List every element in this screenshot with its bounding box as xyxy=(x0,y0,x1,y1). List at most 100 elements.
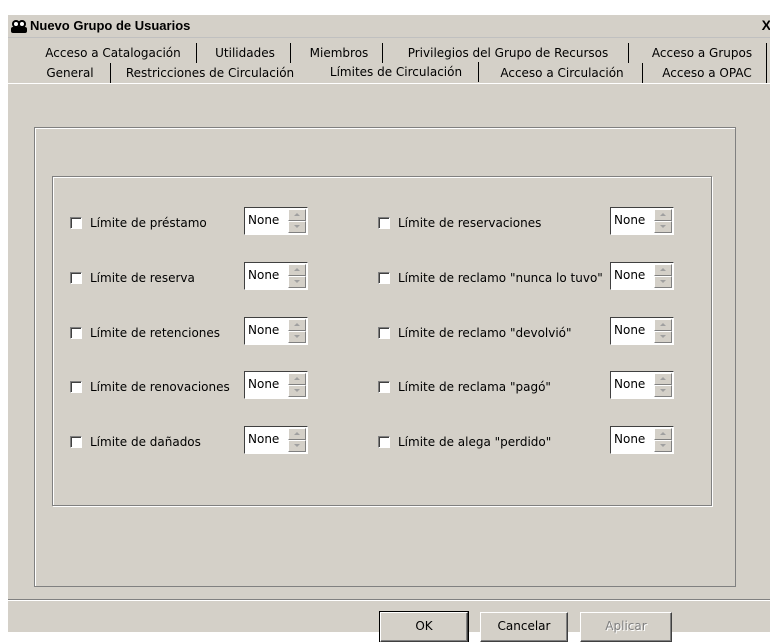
tab-general[interactable]: General xyxy=(30,63,111,83)
arrow-down-icon xyxy=(660,444,666,447)
spin-down-button[interactable] xyxy=(654,221,672,233)
cancel-button[interactable]: Cancelar xyxy=(480,612,568,642)
tab-acceso-catalogacion[interactable]: Acceso a Catalogación xyxy=(30,43,197,63)
label-limite-renovaciones: Límite de renovaciones xyxy=(90,380,230,394)
spinner-limite-renovaciones[interactable]: None xyxy=(244,371,308,399)
spin-down-button[interactable] xyxy=(288,276,306,288)
checkbox-limite-reserva[interactable] xyxy=(70,272,82,284)
ok-button[interactable]: OK xyxy=(379,611,469,642)
spin-up-button[interactable] xyxy=(654,264,672,276)
arrow-up-icon xyxy=(660,323,666,326)
label-limite-danados: Límite de dañados xyxy=(90,435,201,449)
spin-up-button[interactable] xyxy=(288,319,306,331)
title-bar[interactable]: Nuevo Grupo de Usuarios X xyxy=(8,15,770,38)
arrow-down-icon xyxy=(660,280,666,283)
tab-privilegios[interactable]: Privilegios del Grupo de Recursos xyxy=(388,43,629,63)
spin-up-button[interactable] xyxy=(288,373,306,385)
tab-miembros[interactable]: Miembros xyxy=(296,43,383,63)
arrow-up-icon xyxy=(294,268,300,271)
tab-acceso-circulacion[interactable]: Acceso a Circulación xyxy=(482,63,643,83)
tab-acceso-opac[interactable]: Acceso a OPAC xyxy=(648,63,767,83)
spinner-value[interactable]: None xyxy=(248,431,279,447)
tab-utilidades[interactable]: Utilidades xyxy=(200,43,291,63)
checkbox-limite-pago[interactable] xyxy=(378,381,390,393)
arrow-down-icon xyxy=(294,444,300,447)
spin-up-button[interactable] xyxy=(654,373,672,385)
dialog-window: Nuevo Grupo de Usuarios X Acceso a Catal… xyxy=(7,14,770,642)
label-limite-reservaciones: Límite de reservaciones xyxy=(398,216,542,230)
label-limite-perdido: Límite de alega "perdido" xyxy=(398,435,552,449)
spinner-buttons xyxy=(288,209,306,233)
spinner-buttons xyxy=(654,428,672,452)
spin-down-button[interactable] xyxy=(288,440,306,452)
spinner-buttons xyxy=(288,319,306,343)
spinner-limite-prestamo[interactable]: None xyxy=(244,207,308,235)
spin-down-button[interactable] xyxy=(654,440,672,452)
spinner-limite-pago[interactable]: None xyxy=(610,371,674,399)
tab-restricciones-circulacion[interactable]: Restricciones de Circulación xyxy=(112,63,308,83)
checkbox-limite-renovaciones[interactable] xyxy=(70,381,82,393)
apply-button[interactable]: Aplicar xyxy=(580,612,672,642)
arrow-up-icon xyxy=(294,323,300,326)
spinner-limite-retenciones[interactable]: None xyxy=(244,317,308,345)
spinner-buttons xyxy=(654,264,672,288)
spinner-value[interactable]: None xyxy=(248,212,279,228)
spinner-value[interactable]: None xyxy=(248,322,279,338)
spinner-limite-nunca-lo-tuvo[interactable]: None xyxy=(610,262,674,290)
label-limite-reserva: Límite de reserva xyxy=(90,271,195,285)
spinner-value[interactable]: None xyxy=(614,267,645,283)
spin-down-button[interactable] xyxy=(654,331,672,343)
spin-down-button[interactable] xyxy=(654,385,672,397)
spinner-value[interactable]: None xyxy=(248,267,279,283)
arrow-up-icon xyxy=(294,432,300,435)
arrow-down-icon xyxy=(660,225,666,228)
spinner-buttons xyxy=(654,319,672,343)
tab-acceso-grupos[interactable]: Acceso a Grupos xyxy=(638,43,767,63)
spin-up-button[interactable] xyxy=(288,428,306,440)
arrow-down-icon xyxy=(294,225,300,228)
spinner-value[interactable]: None xyxy=(614,431,645,447)
spin-down-button[interactable] xyxy=(288,331,306,343)
arrow-up-icon xyxy=(660,213,666,216)
label-limite-devolvio: Límite de reclamo "devolvió" xyxy=(398,326,572,340)
checkbox-limite-reservaciones[interactable] xyxy=(378,217,390,229)
tab-baseline xyxy=(8,83,770,84)
arrow-up-icon xyxy=(294,377,300,380)
checkbox-limite-devolvio[interactable] xyxy=(378,327,390,339)
spinner-value[interactable]: None xyxy=(248,376,279,392)
spin-up-button[interactable] xyxy=(654,428,672,440)
spinner-limite-devolvio[interactable]: None xyxy=(610,317,674,345)
spin-down-button[interactable] xyxy=(288,221,306,233)
spin-down-button[interactable] xyxy=(654,276,672,288)
spinner-buttons xyxy=(288,264,306,288)
close-icon[interactable]: X xyxy=(759,18,770,33)
button-bar-separator xyxy=(8,599,770,601)
arrow-up-icon xyxy=(294,213,300,216)
spin-up-button[interactable] xyxy=(288,209,306,221)
spinner-limite-danados[interactable]: None xyxy=(244,426,308,454)
spin-up-button[interactable] xyxy=(654,209,672,221)
spinner-buttons xyxy=(288,373,306,397)
tab-limites-circulacion[interactable]: Límites de Circulación xyxy=(314,62,479,82)
arrow-down-icon xyxy=(294,335,300,338)
checkbox-limite-perdido[interactable] xyxy=(378,436,390,448)
arrow-up-icon xyxy=(660,268,666,271)
spin-up-button[interactable] xyxy=(288,264,306,276)
checkbox-limite-retenciones[interactable] xyxy=(70,327,82,339)
spin-down-button[interactable] xyxy=(288,385,306,397)
spinner-value[interactable]: None xyxy=(614,376,645,392)
spinner-limite-reserva[interactable]: None xyxy=(244,262,308,290)
checkbox-limite-danados[interactable] xyxy=(70,436,82,448)
spinner-limite-perdido[interactable]: None xyxy=(610,426,674,454)
checkbox-limite-prestamo[interactable] xyxy=(70,217,82,229)
spinner-value[interactable]: None xyxy=(614,322,645,338)
arrow-down-icon xyxy=(660,335,666,338)
arrow-up-icon xyxy=(660,432,666,435)
spinner-value[interactable]: None xyxy=(614,212,645,228)
label-limite-pago: Límite de reclama "pagó" xyxy=(398,380,551,394)
arrow-up-icon xyxy=(660,377,666,380)
arrow-down-icon xyxy=(660,389,666,392)
spin-up-button[interactable] xyxy=(654,319,672,331)
checkbox-limite-nunca-lo-tuvo[interactable] xyxy=(378,272,390,284)
spinner-limite-reservaciones[interactable]: None xyxy=(610,207,674,235)
